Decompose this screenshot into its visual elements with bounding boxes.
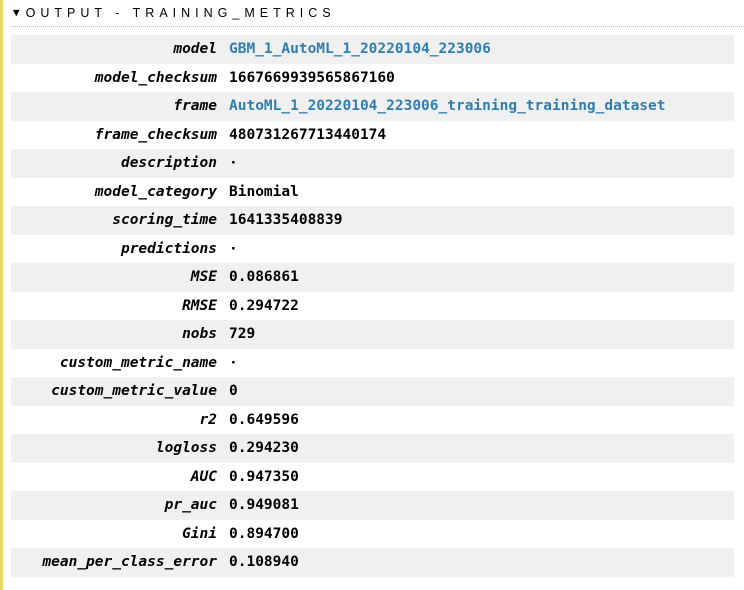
table-row: mean_per_class_error 0.108940 — [11, 548, 734, 577]
metric-label: frame — [19, 98, 229, 114]
table-row: description — [11, 149, 734, 178]
table-row: nobs 729 — [11, 320, 734, 349]
table-row: predictions — [11, 235, 734, 264]
metric-value: 0.894700 — [229, 526, 726, 542]
table-row: frame_checksum 480731267713440174 — [11, 121, 734, 150]
metric-label: mean_per_class_error — [19, 554, 229, 570]
metric-label: model_checksum — [19, 70, 229, 86]
table-row: custom_metric_value 0 — [11, 377, 734, 406]
table-row: MSE 0.086861 — [11, 263, 734, 292]
table-row: model GBM_1_AutoML_1_20220104_223006 — [11, 35, 734, 64]
metric-label: nobs — [19, 326, 229, 342]
chevron-down-icon: ▼ — [13, 7, 20, 18]
table-row: model_checksum 1667669939565867160 — [11, 64, 734, 93]
metric-label: custom_metric_value — [19, 383, 229, 399]
metric-value: 0.294230 — [229, 440, 726, 456]
metric-value — [229, 355, 726, 371]
metric-label: predictions — [19, 241, 229, 257]
metric-label: frame_checksum — [19, 127, 229, 143]
section-header[interactable]: ▼ OUTPUT - TRAINING_METRICS — [11, 4, 744, 27]
table-row: AUC 0.947350 — [11, 463, 734, 492]
table-row: frame AutoML_1_20220104_223006_training_… — [11, 92, 734, 121]
metric-value — [229, 155, 726, 171]
table-row: custom_metric_name — [11, 349, 734, 378]
metrics-table: model GBM_1_AutoML_1_20220104_223006 mod… — [11, 35, 744, 577]
metric-value: 1641335408839 — [229, 212, 726, 228]
frame-link[interactable]: AutoML_1_20220104_223006_training_traini… — [229, 98, 726, 114]
metric-value: 0.294722 — [229, 298, 726, 314]
metric-value: 480731267713440174 — [229, 127, 726, 143]
metric-value: Binomial — [229, 184, 726, 200]
metric-label: model — [19, 41, 229, 57]
table-row: pr_auc 0.949081 — [11, 491, 734, 520]
metric-label: Gini — [19, 526, 229, 542]
metric-value: 0.949081 — [229, 497, 726, 513]
metric-label: RMSE — [19, 298, 229, 314]
metric-value: 0 — [229, 383, 726, 399]
metric-label: logloss — [19, 440, 229, 456]
metric-label: scoring_time — [19, 212, 229, 228]
metric-label: AUC — [19, 469, 229, 485]
metric-value: 729 — [229, 326, 726, 342]
metric-value: 0.649596 — [229, 412, 726, 428]
metric-value: 0.108940 — [229, 554, 726, 570]
table-row: model_category Binomial — [11, 178, 734, 207]
metric-label: description — [19, 155, 229, 171]
model-link[interactable]: GBM_1_AutoML_1_20220104_223006 — [229, 41, 726, 57]
table-row: r2 0.649596 — [11, 406, 734, 435]
table-row: RMSE 0.294722 — [11, 292, 734, 321]
output-section: ▼ OUTPUT - TRAINING_METRICS model GBM_1_… — [0, 0, 744, 590]
section-title: OUTPUT - TRAINING_METRICS — [26, 6, 336, 20]
metric-value: 0.086861 — [229, 269, 726, 285]
table-row: logloss 0.294230 — [11, 434, 734, 463]
metric-label: r2 — [19, 412, 229, 428]
metric-value: 0.947350 — [229, 469, 726, 485]
metric-value — [229, 241, 726, 257]
table-row: scoring_time 1641335408839 — [11, 206, 734, 235]
metric-label: model_category — [19, 184, 229, 200]
table-row: Gini 0.894700 — [11, 520, 734, 549]
metric-label: custom_metric_name — [19, 355, 229, 371]
metric-label: MSE — [19, 269, 229, 285]
metric-label: pr_auc — [19, 497, 229, 513]
metric-value: 1667669939565867160 — [229, 70, 726, 86]
